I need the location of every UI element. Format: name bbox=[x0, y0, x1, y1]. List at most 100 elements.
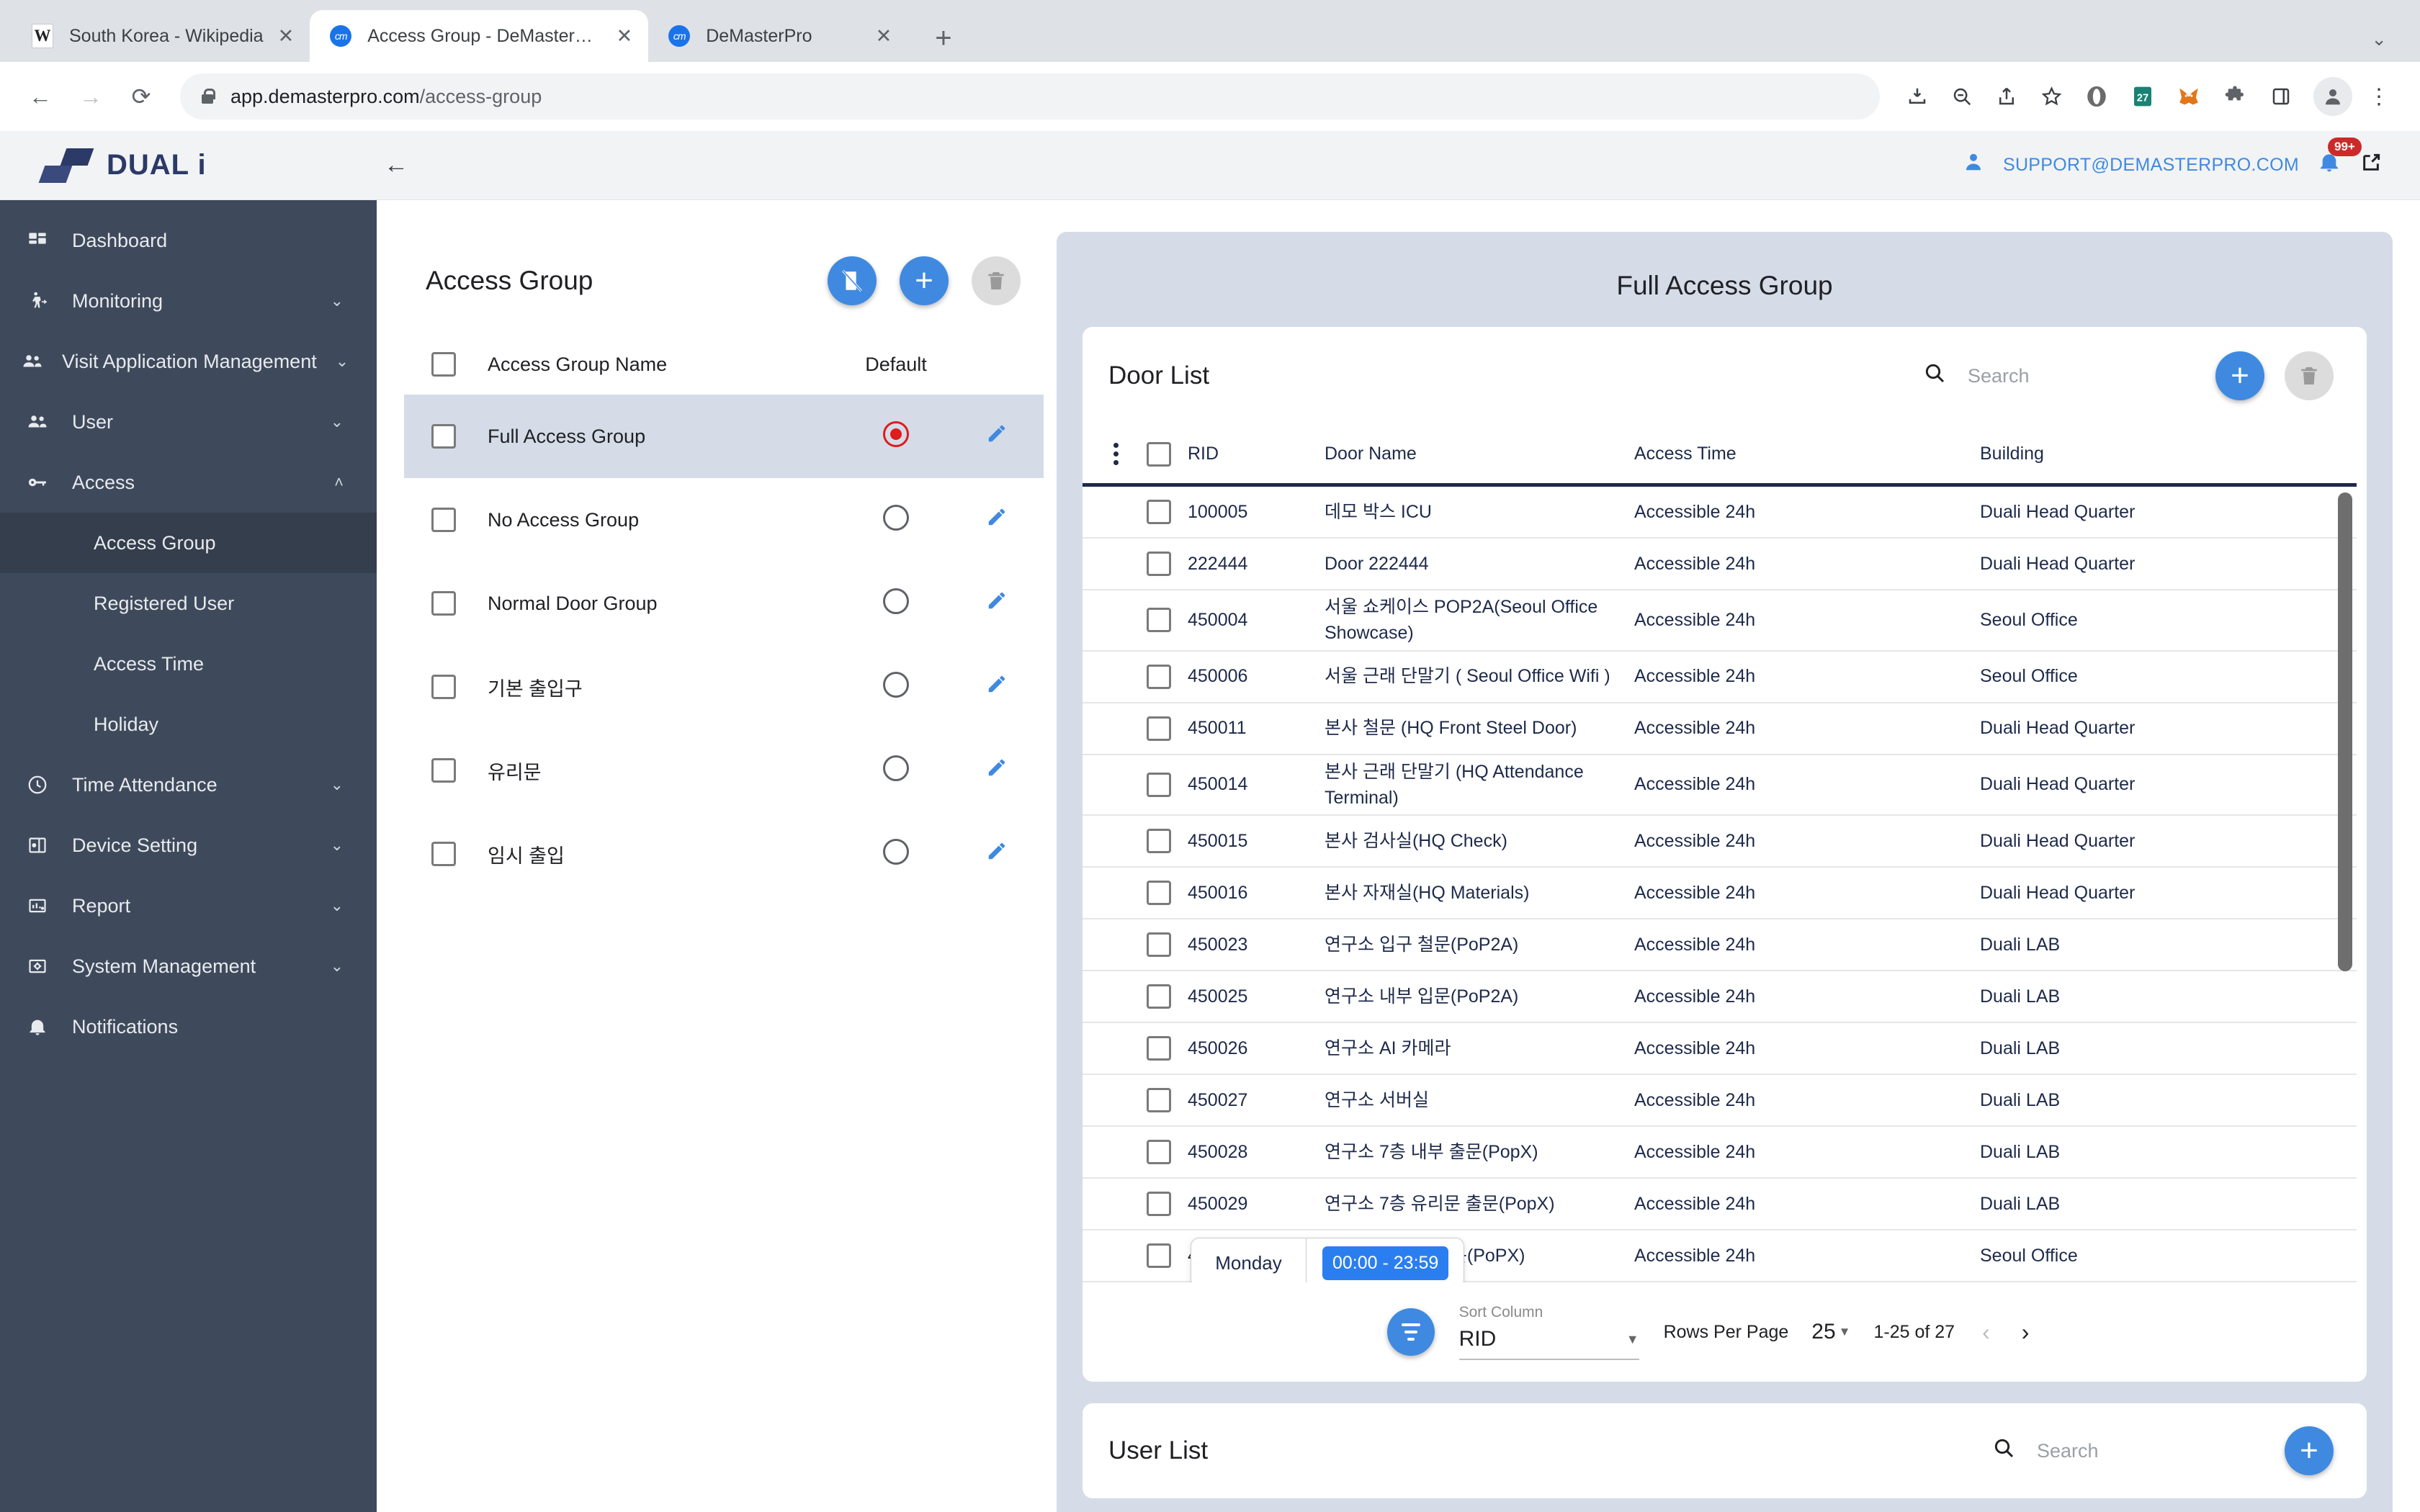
next-page-button[interactable]: › bbox=[2017, 1319, 2034, 1346]
table-row[interactable]: No Access Group bbox=[404, 478, 1044, 562]
table-row[interactable]: 100005 데모 박스 ICU Accessible 24h Duali He… bbox=[1083, 487, 2357, 539]
sidebar-item-access-group[interactable]: Access Group bbox=[0, 513, 377, 573]
sidebar-item-system-management[interactable]: System Management ⌄ bbox=[0, 936, 377, 996]
brand-logo[interactable]: DUAL i bbox=[0, 148, 377, 183]
row-checkbox[interactable] bbox=[1147, 932, 1171, 957]
browser-tab[interactable]: W South Korea - Wikipedia ✕ bbox=[12, 10, 310, 62]
edit-pencil-icon[interactable] bbox=[986, 673, 1008, 701]
default-radio[interactable] bbox=[883, 504, 909, 531]
search-icon[interactable] bbox=[1992, 1436, 2015, 1465]
sidebar-item-holiday[interactable]: Holiday bbox=[0, 694, 377, 755]
close-icon[interactable]: ✕ bbox=[278, 26, 295, 46]
edit-pencil-icon[interactable] bbox=[986, 590, 1008, 617]
row-checkbox[interactable] bbox=[1147, 881, 1171, 905]
close-icon[interactable]: ✕ bbox=[876, 26, 892, 46]
external-link-icon[interactable] bbox=[2360, 151, 2383, 180]
sidebar-item-dashboard[interactable]: Dashboard bbox=[0, 210, 377, 271]
edit-pencil-icon[interactable] bbox=[986, 506, 1008, 534]
search-input[interactable] bbox=[2037, 1439, 2253, 1462]
sidepanel-icon[interactable] bbox=[2265, 81, 2297, 112]
table-row[interactable]: 450025 연구소 내부 입문(PoP2A) Accessible 24h D… bbox=[1083, 971, 2357, 1023]
browser-tab-active[interactable]: cm Access Group - DeMasterPro ✕ bbox=[310, 10, 649, 62]
sidebar-item-access[interactable]: Access ˄ bbox=[0, 452, 377, 513]
table-row[interactable]: 임시 출입 bbox=[404, 812, 1044, 896]
support-email-link[interactable]: SUPPORT@DEMASTERPRO.COM bbox=[2003, 155, 2299, 176]
row-checkbox[interactable] bbox=[1147, 500, 1171, 524]
door-disabled-icon[interactable] bbox=[828, 256, 877, 305]
reload-button[interactable]: ⟳ bbox=[120, 75, 163, 118]
profile-avatar-icon[interactable] bbox=[2313, 77, 2352, 116]
rows-per-page-select[interactable]: 25 ▼ bbox=[1811, 1320, 1850, 1344]
row-checkbox[interactable] bbox=[1147, 1243, 1171, 1268]
row-checkbox[interactable] bbox=[1147, 829, 1171, 853]
table-row[interactable]: 450014 본사 근래 단말기 (HQ Attendance Terminal… bbox=[1083, 755, 2357, 816]
sidebar-item-notifications[interactable]: Notifications bbox=[0, 996, 377, 1057]
close-icon[interactable]: ✕ bbox=[617, 26, 633, 46]
back-button[interactable]: ← bbox=[19, 75, 62, 118]
table-scrollbar[interactable] bbox=[2338, 492, 2352, 971]
forward-button[interactable]: → bbox=[69, 75, 112, 118]
add-access-group-button[interactable]: + bbox=[900, 256, 949, 305]
table-row[interactable]: 450023 연구소 입구 철문(PoP2A) Accessible 24h D… bbox=[1083, 919, 2357, 971]
sort-column-select[interactable]: RID ▼ bbox=[1458, 1324, 1639, 1360]
sort-icon[interactable] bbox=[1386, 1308, 1435, 1356]
browser-tab[interactable]: cm DeMasterPro ✕ bbox=[648, 10, 908, 62]
table-row[interactable]: 450029 연구소 7층 유리문 출문(PopX) Accessible 24… bbox=[1083, 1179, 2357, 1230]
prev-page-button[interactable]: ‹ bbox=[1978, 1319, 1994, 1346]
row-checkbox[interactable] bbox=[1147, 608, 1171, 633]
row-checkbox[interactable] bbox=[1147, 772, 1171, 797]
table-row[interactable]: 450016 본사 자재실(HQ Materials) Accessible 2… bbox=[1083, 868, 2357, 919]
metamask-fox-icon[interactable] bbox=[2173, 81, 2205, 112]
delete-door-button[interactable] bbox=[2285, 351, 2334, 400]
search-input[interactable] bbox=[1968, 364, 2184, 387]
table-row[interactable]: 기본 출입구 bbox=[404, 645, 1044, 729]
row-checkbox[interactable] bbox=[431, 508, 456, 532]
row-checkbox[interactable] bbox=[1147, 664, 1171, 689]
delete-access-group-button[interactable] bbox=[972, 256, 1021, 305]
row-checkbox[interactable] bbox=[431, 675, 456, 699]
edit-pencil-icon[interactable] bbox=[986, 757, 1008, 784]
sidebar-item-time-attendance[interactable]: Time Attendance ⌄ bbox=[0, 755, 377, 815]
sidebar-item-monitoring[interactable]: Monitoring ⌄ bbox=[0, 271, 377, 331]
default-radio[interactable] bbox=[883, 420, 909, 447]
address-bar[interactable]: app.demasterpro.com/access-group bbox=[180, 73, 1880, 120]
install-icon[interactable] bbox=[1897, 76, 1937, 117]
edit-pencil-icon[interactable] bbox=[986, 840, 1008, 868]
calendar-27-icon[interactable]: 27 bbox=[2127, 81, 2159, 112]
row-checkbox[interactable] bbox=[1147, 1192, 1171, 1216]
table-row[interactable]: 유리문 bbox=[404, 729, 1044, 812]
default-radio[interactable] bbox=[883, 588, 909, 614]
sidebar-item-report[interactable]: Report ⌄ bbox=[0, 876, 377, 936]
bookmark-star-icon[interactable] bbox=[2031, 76, 2071, 117]
chevron-down-icon[interactable]: ⌄ bbox=[2349, 28, 2408, 50]
select-all-checkbox[interactable] bbox=[431, 352, 456, 377]
sidebar-item-registered-user[interactable]: Registered User bbox=[0, 573, 377, 634]
table-row[interactable]: 450027 연구소 서버실 Accessible 24h Duali LAB bbox=[1083, 1075, 2357, 1127]
notifications-button[interactable]: 99+ bbox=[2318, 138, 2362, 180]
add-door-button[interactable]: + bbox=[2215, 351, 2264, 400]
table-row[interactable]: Normal Door Group bbox=[404, 562, 1044, 645]
table-row[interactable]: Full Access Group bbox=[404, 395, 1044, 478]
zoom-out-icon[interactable] bbox=[1942, 76, 1982, 117]
puzzle-extensions-icon[interactable] bbox=[2219, 81, 2251, 112]
kebab-menu-icon[interactable]: ⋮ bbox=[2357, 84, 2401, 109]
sidebar-item-device-setting[interactable]: Device Setting ⌄ bbox=[0, 815, 377, 876]
sidebar-item-user[interactable]: User ⌄ bbox=[0, 392, 377, 452]
default-radio[interactable] bbox=[883, 755, 909, 781]
table-row[interactable]: 450011 본사 철문 (HQ Front Steel Door) Acces… bbox=[1083, 703, 2357, 755]
row-checkbox[interactable] bbox=[1147, 984, 1171, 1009]
search-icon[interactable] bbox=[1923, 361, 1946, 390]
add-user-button[interactable]: + bbox=[2285, 1426, 2334, 1475]
table-row[interactable]: 450015 본사 검사실(HQ Check) Accessible 24h D… bbox=[1083, 816, 2357, 868]
default-radio[interactable] bbox=[883, 838, 909, 865]
opera-icon[interactable] bbox=[2081, 81, 2112, 112]
share-icon[interactable] bbox=[1986, 76, 2027, 117]
column-options-icon[interactable] bbox=[1101, 443, 1130, 465]
row-checkbox[interactable] bbox=[431, 842, 456, 866]
table-row[interactable]: 222444 Door 222444 Accessible 24h Duali … bbox=[1083, 539, 2357, 590]
row-checkbox[interactable] bbox=[1147, 1140, 1171, 1164]
row-checkbox[interactable] bbox=[1147, 1036, 1171, 1061]
sidebar-collapse-button[interactable]: ← bbox=[384, 151, 408, 179]
table-row[interactable]: 450026 연구소 AI 카메라 Accessible 24h Duali L… bbox=[1083, 1023, 2357, 1075]
new-tab-button[interactable]: + bbox=[923, 22, 963, 62]
